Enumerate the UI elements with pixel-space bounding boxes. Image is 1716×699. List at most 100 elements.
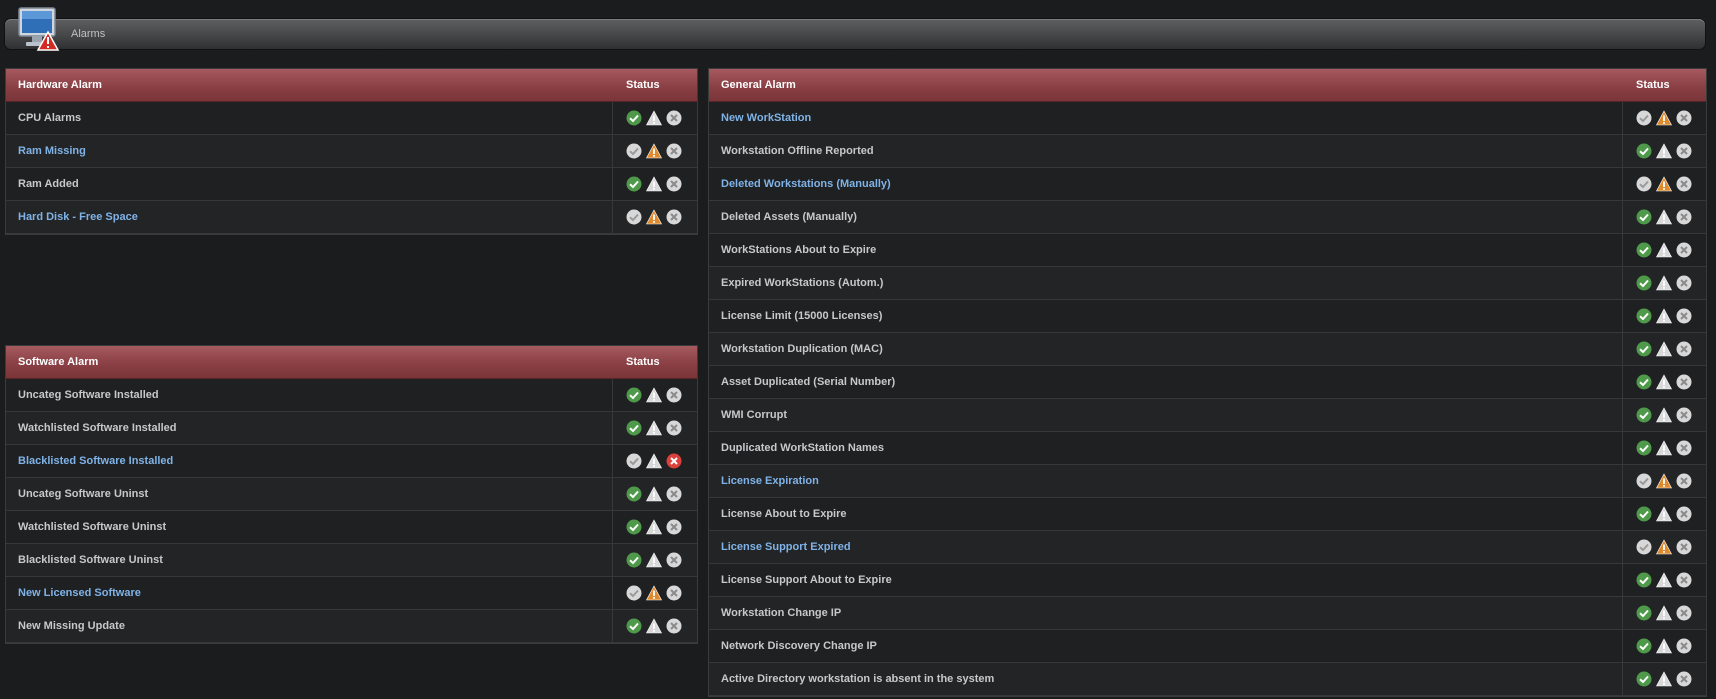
warning-triangle-icon[interactable] [1656,572,1672,588]
close-circle-icon[interactable] [666,209,682,225]
close-circle-icon[interactable] [666,486,682,502]
check-circle-icon[interactable] [626,209,642,225]
warning-triangle-icon[interactable] [646,453,662,469]
warning-triangle-icon[interactable] [1656,407,1672,423]
check-circle-icon[interactable] [1636,143,1652,159]
warning-triangle-icon[interactable] [646,143,662,159]
check-circle-icon[interactable] [626,519,642,535]
warning-triangle-icon[interactable] [646,552,662,568]
warning-triangle-icon[interactable] [1656,209,1672,225]
warning-triangle-icon[interactable] [1656,143,1672,159]
close-circle-icon[interactable] [1676,638,1692,654]
warning-triangle-icon[interactable] [1656,605,1672,621]
close-circle-icon[interactable] [666,387,682,403]
close-circle-icon[interactable] [1676,143,1692,159]
alarm-label: WMI Corrupt [721,409,787,421]
alarm-link[interactable]: Hard Disk - Free Space [18,211,138,223]
check-circle-icon[interactable] [1636,407,1652,423]
check-circle-icon[interactable] [1636,242,1652,258]
check-circle-icon[interactable] [1636,506,1652,522]
check-circle-icon[interactable] [626,552,642,568]
close-circle-icon[interactable] [1676,374,1692,390]
check-circle-icon[interactable] [626,585,642,601]
check-circle-icon[interactable] [626,110,642,126]
close-circle-icon[interactable] [1676,539,1692,555]
check-circle-icon[interactable] [1636,605,1652,621]
check-circle-icon[interactable] [1636,638,1652,654]
close-circle-icon[interactable] [1676,506,1692,522]
check-circle-icon[interactable] [1636,440,1652,456]
warning-triangle-icon[interactable] [646,486,662,502]
close-circle-icon[interactable] [666,143,682,159]
alarm-link[interactable]: Ram Missing [18,145,86,157]
check-circle-icon[interactable] [626,176,642,192]
alarm-link[interactable]: Blacklisted Software Installed [18,455,173,467]
warning-triangle-icon[interactable] [1656,374,1672,390]
close-circle-icon[interactable] [1676,209,1692,225]
close-circle-icon[interactable] [666,176,682,192]
warning-triangle-icon[interactable] [1656,176,1672,192]
warning-triangle-icon[interactable] [1656,539,1672,555]
close-circle-icon[interactable] [666,552,682,568]
close-circle-icon[interactable] [666,420,682,436]
check-circle-icon[interactable] [1636,341,1652,357]
check-circle-icon[interactable] [626,143,642,159]
check-circle-icon[interactable] [626,453,642,469]
warning-triangle-icon[interactable] [1656,638,1672,654]
close-circle-icon[interactable] [666,110,682,126]
close-circle-icon[interactable] [1676,341,1692,357]
check-circle-icon[interactable] [1636,209,1652,225]
close-circle-icon[interactable] [666,453,682,469]
check-circle-icon[interactable] [626,387,642,403]
warning-triangle-icon[interactable] [646,420,662,436]
check-circle-icon[interactable] [1636,308,1652,324]
warning-triangle-icon[interactable] [646,585,662,601]
check-circle-icon[interactable] [1636,176,1652,192]
warning-triangle-icon[interactable] [646,387,662,403]
close-circle-icon[interactable] [1676,440,1692,456]
warning-triangle-icon[interactable] [1656,110,1672,126]
check-circle-icon[interactable] [1636,275,1652,291]
check-circle-icon[interactable] [626,618,642,634]
check-circle-icon[interactable] [1636,110,1652,126]
warning-triangle-icon[interactable] [1656,440,1672,456]
warning-triangle-icon[interactable] [646,618,662,634]
close-circle-icon[interactable] [1676,605,1692,621]
check-circle-icon[interactable] [626,420,642,436]
warning-triangle-icon[interactable] [1656,242,1672,258]
check-circle-icon[interactable] [1636,374,1652,390]
close-circle-icon[interactable] [666,585,682,601]
alarm-link[interactable]: Deleted Workstations (Manually) [721,178,891,190]
close-circle-icon[interactable] [1676,473,1692,489]
general-status-header: Status [1636,79,1670,91]
warning-triangle-icon[interactable] [1656,473,1672,489]
warning-triangle-icon[interactable] [646,176,662,192]
check-circle-icon[interactable] [1636,539,1652,555]
alarm-link[interactable]: New Licensed Software [18,587,141,599]
close-circle-icon[interactable] [1676,671,1692,687]
warning-triangle-icon[interactable] [646,110,662,126]
check-circle-icon[interactable] [1636,473,1652,489]
close-circle-icon[interactable] [1676,407,1692,423]
close-circle-icon[interactable] [666,618,682,634]
close-circle-icon[interactable] [1676,242,1692,258]
close-circle-icon[interactable] [1676,308,1692,324]
close-circle-icon[interactable] [1676,275,1692,291]
warning-triangle-icon[interactable] [1656,275,1672,291]
warning-triangle-icon[interactable] [1656,341,1672,357]
check-circle-icon[interactable] [1636,671,1652,687]
alarm-link[interactable]: License Expiration [721,475,819,487]
close-circle-icon[interactable] [666,519,682,535]
alarm-link[interactable]: License Support Expired [721,541,851,553]
check-circle-icon[interactable] [1636,572,1652,588]
close-circle-icon[interactable] [1676,176,1692,192]
close-circle-icon[interactable] [1676,110,1692,126]
warning-triangle-icon[interactable] [1656,308,1672,324]
close-circle-icon[interactable] [1676,572,1692,588]
warning-triangle-icon[interactable] [646,519,662,535]
warning-triangle-icon[interactable] [1656,506,1672,522]
alarm-link[interactable]: New WorkStation [721,112,811,124]
check-circle-icon[interactable] [626,486,642,502]
warning-triangle-icon[interactable] [646,209,662,225]
warning-triangle-icon[interactable] [1656,671,1672,687]
